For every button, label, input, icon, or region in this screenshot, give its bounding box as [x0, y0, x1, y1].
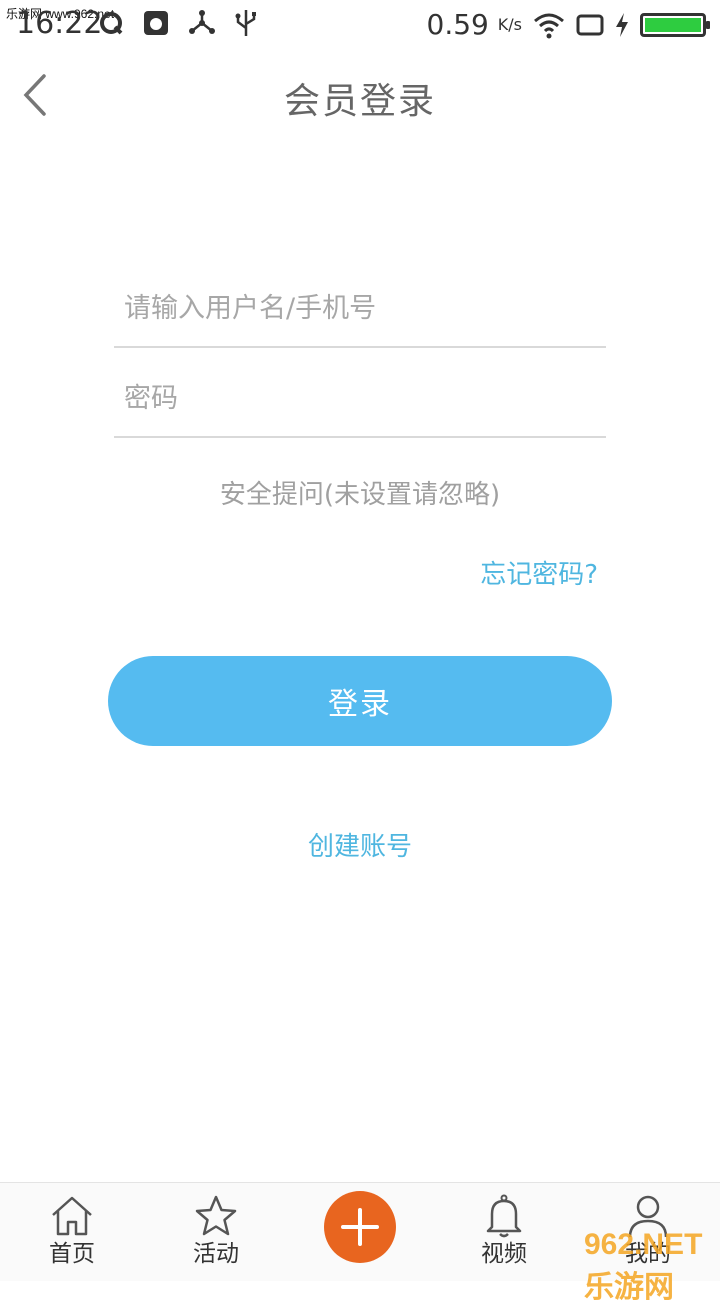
status-time: 16:22 — [16, 6, 103, 41]
watermark-logo: 962.NET 乐游网 — [584, 1228, 703, 1304]
wifi-icon — [534, 13, 564, 39]
nav-label-activity: 活动 — [193, 1241, 239, 1267]
share-network-icon — [189, 10, 215, 34]
password-input[interactable] — [122, 372, 596, 424]
uc-browser-icon — [144, 11, 168, 35]
network-speed-unit: K/s — [497, 15, 522, 34]
bell-icon — [486, 1194, 522, 1238]
battery-level-fill — [645, 18, 701, 32]
nav-label-home: 首页 — [49, 1241, 95, 1267]
home-icon — [52, 1196, 92, 1236]
status-bar: 乐游网 www.962.net 16:22 0.59 K/s — [0, 0, 720, 50]
usb-icon — [235, 10, 256, 36]
star-icon — [195, 1195, 237, 1236]
network-speed: 0.59 K/s — [427, 8, 522, 42]
username-field[interactable] — [114, 258, 606, 348]
username-input[interactable] — [122, 282, 596, 334]
status-system-icons: 0.59 K/s — [427, 8, 710, 42]
nav-item-video[interactable]: 视频 — [454, 1193, 554, 1269]
header-bar: 会员登录 — [0, 50, 720, 140]
forgot-password-link[interactable]: 忘记密码? — [480, 554, 598, 591]
sim-signal-icon — [576, 14, 604, 36]
page-title: 会员登录 — [283, 81, 436, 122]
add-post-button[interactable] — [324, 1191, 396, 1263]
create-account-link[interactable]: 创建账号 — [0, 826, 720, 863]
charging-bolt-icon — [616, 13, 628, 37]
status-notification-icons — [98, 8, 258, 38]
security-question-selector[interactable]: 安全提问(未设置请忽略) — [0, 474, 720, 511]
battery-icon — [640, 13, 710, 37]
password-field[interactable] — [114, 348, 606, 438]
nav-label-video: 视频 — [481, 1241, 527, 1267]
nav-item-home[interactable]: 首页 — [22, 1193, 122, 1269]
q-app-icon — [100, 12, 123, 35]
login-button[interactable]: 登录 — [108, 656, 612, 746]
nav-item-activity[interactable]: 活动 — [166, 1193, 266, 1269]
network-speed-value: 0.59 — [426, 8, 489, 41]
plus-icon — [341, 1208, 379, 1246]
